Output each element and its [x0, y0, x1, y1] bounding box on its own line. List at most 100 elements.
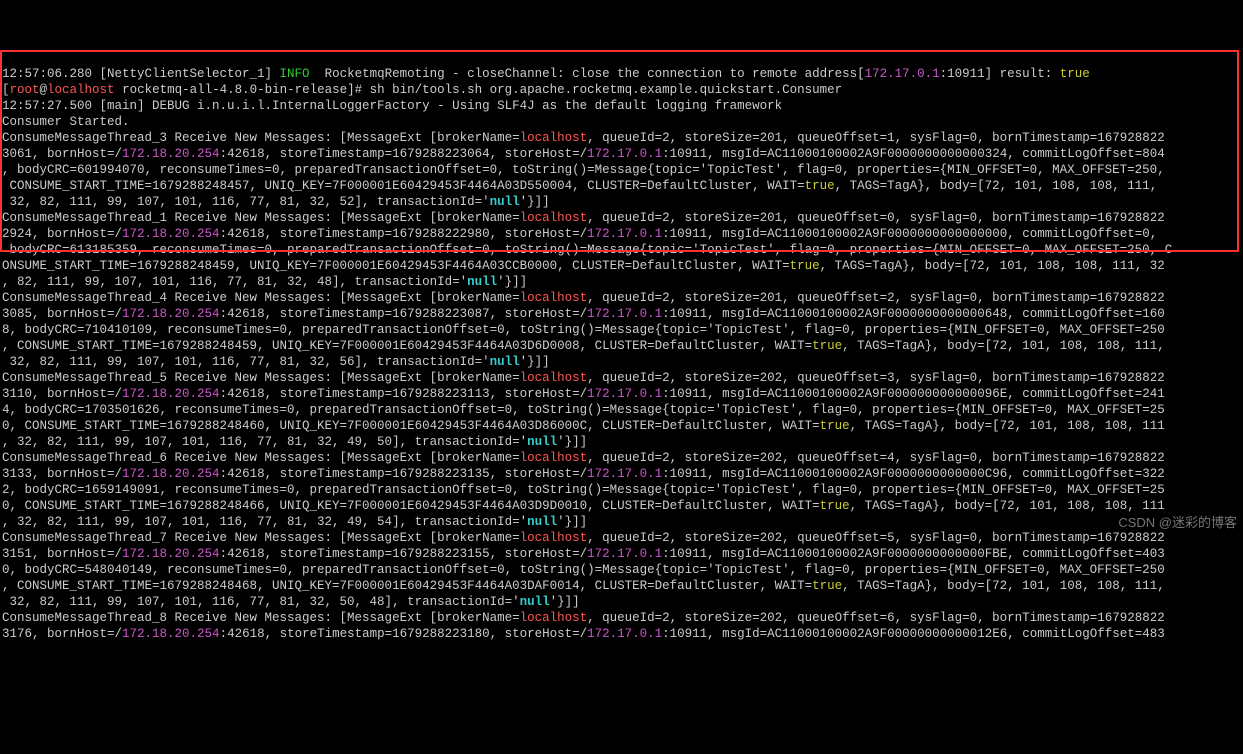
log-segment: localhost	[47, 83, 115, 97]
log-segment: , TAGS=TagA}, body=[72, 101, 108, 108, 1…	[842, 579, 1165, 593]
terminal-output[interactable]: 12:57:06.280 [NettyClientSelector_1] INF…	[2, 66, 1243, 642]
terminal-line: ConsumeMessageThread_5 Receive New Messa…	[2, 370, 1243, 386]
log-segment: , TAGS=TagA}, body=[72, 101, 108, 108, 1…	[820, 259, 1165, 273]
log-segment: null	[467, 275, 497, 289]
log-segment: '}]]	[520, 195, 550, 209]
log-segment: , CONSUME_START_TIME=1679288248459, UNIQ…	[2, 339, 812, 353]
log-segment: , CONSUME_START_TIME=1679288248468, UNIQ…	[2, 579, 812, 593]
log-segment: true	[805, 179, 835, 193]
log-segment: , 82, 111, 99, 107, 101, 116, 77, 81, 32…	[2, 275, 467, 289]
log-segment: 172.18.20.254	[122, 307, 220, 321]
log-segment: 0, CONSUME_START_TIME=1679288248466, UNI…	[2, 499, 820, 513]
log-segment: null	[490, 195, 520, 209]
log-segment: CONSUME_START_TIME=1679288248457, UNIQ_K…	[2, 179, 805, 193]
log-segment: :10911] result:	[940, 67, 1060, 81]
terminal-line: 32, 82, 111, 99, 107, 101, 116, 77, 81, …	[2, 354, 1243, 370]
log-segment: 32, 82, 111, 99, 107, 101, 116, 77, 81, …	[2, 595, 520, 609]
terminal-line: 4, bodyCRC=1703501626, reconsumeTimes=0,…	[2, 402, 1243, 418]
log-segment: 172.17.0.1	[587, 547, 662, 561]
terminal-line: 0, CONSUME_START_TIME=1679288248466, UNI…	[2, 498, 1243, 514]
log-segment: ConsumeMessageThread_8 Receive New Messa…	[2, 611, 520, 625]
log-segment: 2924, bornHost=/	[2, 227, 122, 241]
log-segment: Consumer Started.	[2, 115, 130, 129]
log-segment: null	[520, 595, 550, 609]
log-segment: localhost	[520, 211, 588, 225]
terminal-line: 12:57:27.500 [main] DEBUG i.n.u.i.l.Inte…	[2, 98, 1243, 114]
log-segment: RocketmqRemoting - closeChannel: close t…	[317, 67, 865, 81]
log-segment: 172.18.20.254	[122, 627, 220, 641]
log-segment: rocketmq-all-4.8.0-bin-release]# sh bin/…	[115, 83, 843, 97]
log-segment: , bodyCRC=601994070, reconsumeTimes=0, p…	[2, 163, 1165, 177]
terminal-line: 3061, bornHost=/172.18.20.254:42618, sto…	[2, 146, 1243, 162]
log-segment: , queueId=2, storeSize=202, queueOffset=…	[587, 371, 1165, 385]
terminal-line: 3176, bornHost=/172.18.20.254:42618, sto…	[2, 626, 1243, 642]
log-segment: ONSUME_START_TIME=1679288248459, UNIQ_KE…	[2, 259, 790, 273]
terminal-line: 8, bodyCRC=710410109, reconsumeTimes=0, …	[2, 322, 1243, 338]
log-segment: null	[527, 435, 557, 449]
log-segment: :42618, storeTimestamp=1679288222980, st…	[220, 227, 588, 241]
terminal-line: , CONSUME_START_TIME=1679288248459, UNIQ…	[2, 338, 1243, 354]
log-segment: 172.18.20.254	[122, 387, 220, 401]
log-segment: '}]]	[557, 435, 587, 449]
log-segment: , queueId=2, storeSize=202, queueOffset=…	[587, 451, 1165, 465]
terminal-line: Consumer Started.	[2, 114, 1243, 130]
terminal-line: 3085, bornHost=/172.18.20.254:42618, sto…	[2, 306, 1243, 322]
log-segment: :10911, msgId=AC11000100002A9F0000000000…	[662, 147, 1165, 161]
log-segment: true	[812, 579, 842, 593]
terminal-line: ConsumeMessageThread_1 Receive New Messa…	[2, 210, 1243, 226]
log-segment: 172.17.0.1	[587, 627, 662, 641]
log-segment: true	[820, 419, 850, 433]
log-segment: INFO	[280, 67, 318, 81]
log-segment: 32, 82, 111, 99, 107, 101, 116, 77, 81, …	[2, 355, 490, 369]
log-segment: localhost	[520, 611, 588, 625]
log-segment: :42618, storeTimestamp=1679288223180, st…	[220, 627, 588, 641]
log-segment: 12:57:27.500 [main] DEBUG i.n.u.i.l.Inte…	[2, 99, 782, 113]
log-segment: 2, bodyCRC=1659149091, reconsumeTimes=0,…	[2, 483, 1165, 497]
log-segment: localhost	[520, 291, 588, 305]
log-segment: :42618, storeTimestamp=1679288223155, st…	[220, 547, 588, 561]
terminal-line: 12:57:06.280 [NettyClientSelector_1] INF…	[2, 66, 1243, 82]
terminal-line: ConsumeMessageThread_3 Receive New Messa…	[2, 130, 1243, 146]
terminal-line: CONSUME_START_TIME=1679288248457, UNIQ_K…	[2, 178, 1243, 194]
log-segment: 3176, bornHost=/	[2, 627, 122, 641]
log-segment: ConsumeMessageThread_5 Receive New Messa…	[2, 371, 520, 385]
log-segment: 172.18.20.254	[122, 227, 220, 241]
terminal-line: [root@localhost rocketmq-all-4.8.0-bin-r…	[2, 82, 1243, 98]
log-segment: '}]]	[497, 275, 527, 289]
log-segment: :10911, msgId=AC11000100002A9F0000000000…	[662, 547, 1165, 561]
log-segment: 172.18.20.254	[122, 147, 220, 161]
log-segment: :10911, msgId=AC11000100002A9F0000000000…	[662, 307, 1165, 321]
log-segment: 4, bodyCRC=1703501626, reconsumeTimes=0,…	[2, 403, 1165, 417]
log-segment: 12:57:06.280 [NettyClientSelector_1]	[2, 67, 280, 81]
log-segment: 0, bodyCRC=548040149, reconsumeTimes=0, …	[2, 563, 1165, 577]
terminal-line: bodyCRC=613185359, reconsumeTimes=0, pre…	[2, 242, 1243, 258]
log-segment: '}]]	[520, 355, 550, 369]
log-segment: localhost	[520, 531, 588, 545]
terminal-line: ConsumeMessageThread_7 Receive New Messa…	[2, 530, 1243, 546]
terminal-line: 0, bodyCRC=548040149, reconsumeTimes=0, …	[2, 562, 1243, 578]
log-segment: ConsumeMessageThread_6 Receive New Messa…	[2, 451, 520, 465]
terminal-line: 32, 82, 111, 99, 107, 101, 116, 77, 81, …	[2, 594, 1243, 610]
log-segment: 172.18.20.254	[122, 547, 220, 561]
log-segment: :10911, msgId=AC11000100002A9F0000000000…	[662, 227, 1157, 241]
log-segment: :10911, msgId=AC11000100002A9F0000000000…	[662, 627, 1165, 641]
log-segment: null	[490, 355, 520, 369]
log-segment: :10911, msgId=AC11000100002A9F0000000000…	[662, 387, 1165, 401]
log-segment: ConsumeMessageThread_3 Receive New Messa…	[2, 131, 520, 145]
log-segment: 172.17.0.1	[587, 147, 662, 161]
terminal-line: ConsumeMessageThread_8 Receive New Messa…	[2, 610, 1243, 626]
log-segment: 3151, bornHost=/	[2, 547, 122, 561]
log-segment: 172.17.0.1	[587, 307, 662, 321]
log-segment: 3133, bornHost=/	[2, 467, 122, 481]
log-segment: , TAGS=TagA}, body=[72, 101, 108, 108, 1…	[842, 339, 1165, 353]
log-segment: , 32, 82, 111, 99, 107, 101, 116, 77, 81…	[2, 515, 527, 529]
log-segment: , TAGS=TagA}, body=[72, 101, 108, 108, 1…	[850, 419, 1165, 433]
log-segment: :42618, storeTimestamp=1679288223087, st…	[220, 307, 588, 321]
log-segment: [	[2, 83, 10, 97]
terminal-line: 3151, bornHost=/172.18.20.254:42618, sto…	[2, 546, 1243, 562]
log-segment: 0, CONSUME_START_TIME=1679288248460, UNI…	[2, 419, 820, 433]
terminal-line: , 82, 111, 99, 107, 101, 116, 77, 81, 32…	[2, 274, 1243, 290]
terminal-line: 3133, bornHost=/172.18.20.254:42618, sto…	[2, 466, 1243, 482]
log-segment: 172.17.0.1	[865, 67, 940, 81]
log-segment: 172.17.0.1	[587, 227, 662, 241]
